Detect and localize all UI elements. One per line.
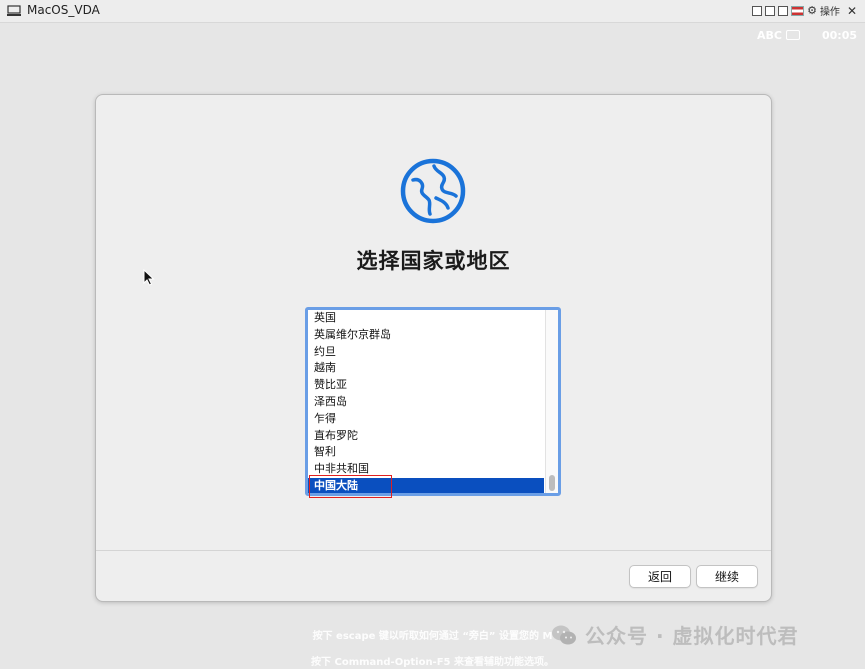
status-overlay: ABC 00:05 [757, 26, 857, 44]
country-item[interactable]: 越南 [308, 360, 544, 377]
flag-icon[interactable] [791, 5, 805, 16]
country-list[interactable]: 英国 英属维尔京群岛 约旦 越南 赞比亚 泽西岛 乍得 直布罗陀 智利 中非共和… [305, 307, 561, 496]
wechat-icon [552, 625, 576, 644]
country-item[interactable]: 英属维尔京群岛 [308, 327, 544, 344]
country-item[interactable]: 英国 [308, 310, 544, 327]
pip-window-icon[interactable] [752, 5, 763, 16]
vm-computer-icon [7, 5, 21, 16]
input-source-indicator[interactable]: ABC [757, 29, 800, 42]
mouse-cursor-icon [143, 269, 155, 286]
country-item[interactable]: 约旦 [308, 344, 544, 361]
country-item[interactable]: 智利 [308, 444, 544, 461]
setup-assistant-dialog: 选择国家或地区 英国 英属维尔京群岛 约旦 越南 赞比亚 泽西岛 乍得 直布罗陀… [95, 94, 772, 602]
restore-window-icon[interactable] [765, 5, 776, 16]
country-item[interactable]: 乍得 [308, 411, 544, 428]
footer-divider [96, 550, 771, 551]
scrollbar-thumb[interactable] [549, 475, 555, 491]
maximize-window-icon[interactable] [778, 5, 789, 16]
actions-menu[interactable]: 操作 [820, 3, 840, 18]
input-source-label: ABC [757, 28, 782, 42]
keyboard-icon [785, 30, 800, 40]
back-button[interactable]: 返回 [629, 565, 691, 588]
page-title: 选择国家或地区 [356, 249, 511, 273]
window-titlebar: MacOS_VDA ⚙ 操作 ✕ [0, 0, 865, 23]
country-item[interactable]: 赞比亚 [308, 377, 544, 394]
annotation-highlight-box [309, 475, 392, 498]
watermark-text: 公众号 · 虚拟化时代君 [585, 624, 799, 648]
clock: 00:05 [821, 28, 857, 42]
country-item[interactable]: 泽西岛 [308, 394, 544, 411]
window-controls: ⚙ 操作 ✕ [752, 3, 857, 18]
continue-button[interactable]: 继续 [696, 565, 758, 588]
watermark: 公众号 · 虚拟化时代君 [551, 620, 799, 649]
globe-icon [400, 158, 466, 224]
country-item[interactable]: 直布罗陀 [308, 428, 544, 445]
gear-icon[interactable]: ⚙ [807, 4, 817, 17]
window-title: MacOS_VDA [27, 3, 100, 17]
list-scrollbar[interactable] [545, 310, 558, 493]
accessibility-hint: 按下 Command-Option-F5 来查看辅助功能选项。 [311, 657, 554, 668]
close-icon[interactable]: ✕ [847, 4, 857, 18]
